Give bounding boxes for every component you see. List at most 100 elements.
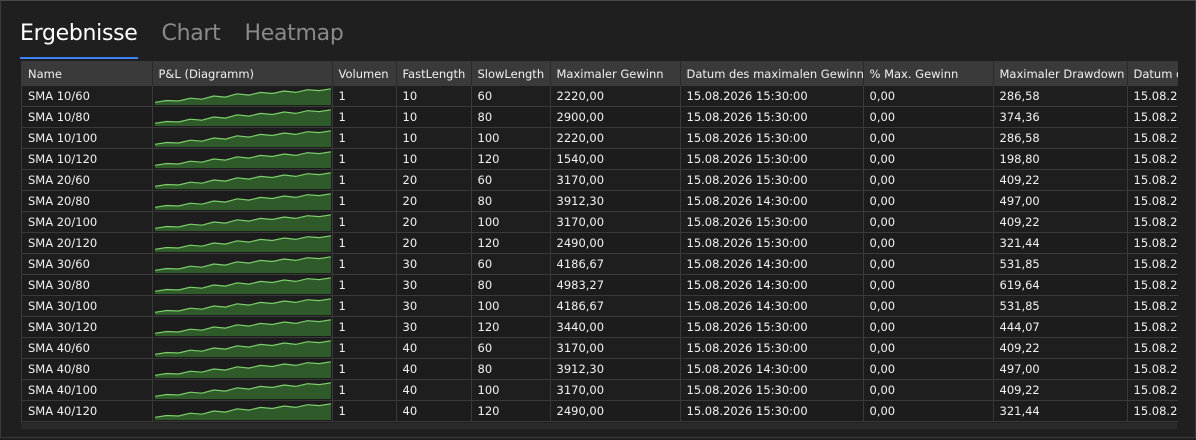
column-header-datum-drawdown[interactable]: Datum d (1127, 61, 1178, 86)
cell-volumen: 1 (332, 274, 397, 296)
column-header-datum-max-gewinn[interactable]: Datum des maximalen Gewinns (680, 61, 864, 86)
pnl-sparkline-chart (154, 256, 331, 273)
cell-pct-max-gewinn: 0,00 (863, 127, 994, 149)
cell-fastlength: 40 (396, 400, 472, 422)
cell-datum-drawdown: 15.08.20 (1127, 400, 1178, 422)
column-header-pnl-chart[interactable]: P&L (Diagramm) (152, 61, 333, 86)
cell-fastlength: 20 (396, 169, 472, 191)
pnl-sparkline-chart (154, 109, 331, 126)
column-header-pct-max-gewinn[interactable]: % Max. Gewinn (863, 61, 994, 86)
pnl-sparkline-area (154, 151, 331, 168)
cell-slowlength: 80 (471, 358, 551, 380)
cell-max-gewinn: 1540,00 (550, 148, 681, 170)
cell-volumen: 1 (332, 379, 397, 401)
table-row[interactable]: SMA 20/80 1 20 80 3912,30 15.08.2026 14:30:00… (22, 190, 1178, 212)
cell-pct-max-gewinn: 0,00 (863, 274, 994, 296)
cell-max-drawdown: 619,64 (993, 274, 1128, 296)
cell-datum-drawdown: 15.08.20 (1127, 190, 1178, 212)
table-row[interactable]: SMA 10/80 1 10 80 2900,00 15.08.2026 15:30:00… (22, 106, 1178, 128)
column-header-max-gewinn[interactable]: Maximaler Gewinn (550, 61, 681, 86)
cell-name: SMA 10/60 (22, 86, 153, 107)
cell-datum-drawdown: 15.08.20 (1127, 295, 1178, 317)
pnl-sparkline-area (154, 88, 331, 105)
cell-max-gewinn: 3440,00 (550, 316, 681, 338)
cell-max-gewinn: 3170,00 (550, 169, 681, 191)
column-header-volumen[interactable]: Volumen (332, 61, 397, 86)
horizontal-scrollbar[interactable] (21, 423, 1177, 429)
cell-pnl-sparkline (152, 211, 333, 233)
cell-fastlength: 30 (396, 274, 472, 296)
cell-datum-max-gewinn: 15.08.2026 15:30:00 (680, 337, 864, 359)
pnl-sparkline-chart (154, 88, 331, 105)
cell-slowlength: 60 (471, 253, 551, 275)
table-row[interactable]: SMA 20/120 1 20 120 2490,00 15.08.2026 15:30:… (22, 232, 1178, 254)
table-row[interactable]: SMA 10/100 1 10 100 2220,00 15.08.2026 15:30:… (22, 127, 1178, 149)
cell-max-drawdown: 531,85 (993, 253, 1128, 275)
cell-pct-max-gewinn: 0,00 (863, 337, 994, 359)
cell-fastlength: 30 (396, 295, 472, 317)
cell-datum-drawdown: 15.08.20 (1127, 232, 1178, 254)
pnl-sparkline-chart (154, 235, 331, 252)
table-row[interactable]: SMA 20/100 1 20 100 3170,00 15.08.2026 15:30:… (22, 211, 1178, 233)
cell-volumen: 1 (332, 295, 397, 317)
cell-slowlength: 60 (471, 86, 551, 107)
cell-max-drawdown: 497,00 (993, 358, 1128, 380)
pnl-sparkline-area (154, 109, 331, 126)
cell-fastlength: 30 (396, 316, 472, 338)
cell-name: SMA 30/100 (22, 295, 153, 317)
cell-name: SMA 20/120 (22, 232, 153, 254)
table-row[interactable]: SMA 10/60 1 10 60 2220,00 15.08.2026 15:30:00… (22, 86, 1178, 107)
cell-pnl-sparkline (152, 232, 333, 254)
cell-pct-max-gewinn: 0,00 (863, 316, 994, 338)
cell-pnl-sparkline (152, 190, 333, 212)
cell-max-drawdown: 531,85 (993, 295, 1128, 317)
cell-fastlength: 40 (396, 358, 472, 380)
column-header-max-drawdown[interactable]: Maximaler Drawdown (993, 61, 1128, 86)
cell-volumen: 1 (332, 253, 397, 275)
cell-max-gewinn: 4186,67 (550, 253, 681, 275)
cell-pct-max-gewinn: 0,00 (863, 148, 994, 170)
cell-max-drawdown: 198,80 (993, 148, 1128, 170)
cell-max-drawdown: 409,22 (993, 169, 1128, 191)
tab-chart[interactable]: Chart (162, 19, 221, 59)
tab-heatmap[interactable]: Heatmap (245, 19, 344, 59)
cell-volumen: 1 (332, 190, 397, 212)
column-header-fastlength[interactable]: FastLength (396, 61, 472, 86)
pnl-sparkline-area (154, 403, 331, 420)
cell-max-drawdown: 409,22 (993, 337, 1128, 359)
cell-datum-max-gewinn: 15.08.2026 14:30:00 (680, 295, 864, 317)
table-row[interactable]: SMA 40/120 1 40 120 2490,00 15.08.2026 15:30:… (22, 400, 1178, 422)
table-row[interactable]: SMA 30/120 1 30 120 3440,00 15.08.2026 15:30:… (22, 316, 1178, 338)
cell-name: SMA 30/60 (22, 253, 153, 275)
cell-datum-drawdown: 15.08.20 (1127, 86, 1178, 107)
cell-max-gewinn: 3170,00 (550, 337, 681, 359)
table-row[interactable]: SMA 30/80 1 30 80 4983,27 15.08.2026 14:30:00… (22, 274, 1178, 296)
cell-datum-drawdown: 15.08.20 (1127, 358, 1178, 380)
cell-pct-max-gewinn: 0,00 (863, 232, 994, 254)
pnl-sparkline-chart (154, 172, 331, 189)
table-row[interactable]: SMA 40/80 1 40 80 3912,30 15.08.2026 14:30:00… (22, 358, 1178, 380)
column-header-slowlength[interactable]: SlowLength (471, 61, 551, 86)
table-row[interactable]: SMA 10/120 1 10 120 1540,00 15.08.2026 15:30:… (22, 148, 1178, 170)
cell-pnl-sparkline (152, 358, 333, 380)
cell-max-drawdown: 497,00 (993, 190, 1128, 212)
cell-pct-max-gewinn: 0,00 (863, 106, 994, 128)
table-row[interactable]: SMA 30/100 1 30 100 4186,67 15.08.2026 14:30:… (22, 295, 1178, 317)
column-header-name[interactable]: Name (22, 61, 153, 86)
cell-slowlength: 120 (471, 232, 551, 254)
cell-volumen: 1 (332, 358, 397, 380)
cell-pct-max-gewinn: 0,00 (863, 295, 994, 317)
tab-ergebnisse[interactable]: Ergebnisse (20, 19, 138, 59)
cell-name: SMA 10/120 (22, 148, 153, 170)
cell-pnl-sparkline (152, 169, 333, 191)
table-row[interactable]: SMA 40/60 1 40 60 3170,00 15.08.2026 15:30:00… (22, 337, 1178, 359)
table-row[interactable]: SMA 30/60 1 30 60 4186,67 15.08.2026 14:30:00… (22, 253, 1178, 275)
cell-fastlength: 10 (396, 127, 472, 149)
cell-datum-max-gewinn: 15.08.2026 14:30:00 (680, 190, 864, 212)
pnl-sparkline-chart (154, 298, 331, 315)
table-row[interactable]: SMA 40/100 1 40 100 3170,00 15.08.2026 15:30:… (22, 379, 1178, 401)
cell-datum-max-gewinn: 15.08.2026 15:30:00 (680, 316, 864, 338)
pnl-sparkline-area (154, 256, 331, 273)
table-row[interactable]: SMA 20/60 1 20 60 3170,00 15.08.2026 15:30:00… (22, 169, 1178, 191)
cell-fastlength: 10 (396, 106, 472, 128)
